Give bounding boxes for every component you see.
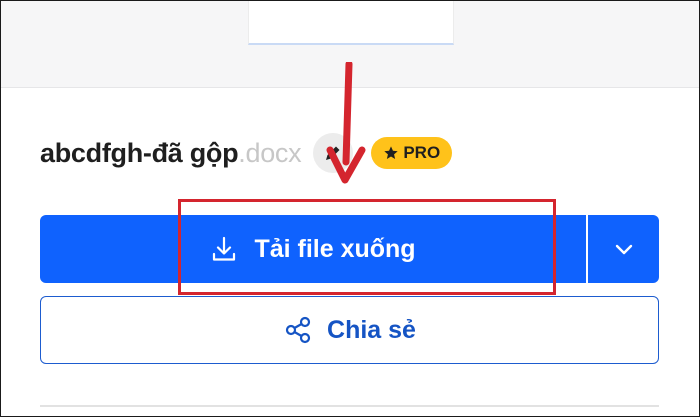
pro-badge-label: PRO bbox=[403, 143, 441, 162]
download-options-button[interactable] bbox=[588, 215, 659, 283]
pro-badge: PRO bbox=[371, 137, 453, 169]
annotation-arrow bbox=[326, 62, 366, 184]
chevron-down-icon bbox=[615, 244, 632, 255]
star-icon bbox=[384, 146, 398, 159]
share-button[interactable]: Chia sẻ bbox=[40, 296, 659, 364]
file-extension: .docx bbox=[238, 137, 302, 168]
annotation-highlight-box bbox=[178, 199, 556, 295]
document-thumbnail[interactable] bbox=[248, 1, 454, 45]
share-button-label: Chia sẻ bbox=[327, 315, 416, 344]
file-name: abcdfgh-đã gộp bbox=[40, 137, 239, 168]
file-title-row: abcdfgh-đã gộp .docx PRO bbox=[40, 130, 453, 176]
section-divider bbox=[40, 405, 659, 407]
share-icon bbox=[285, 316, 311, 344]
